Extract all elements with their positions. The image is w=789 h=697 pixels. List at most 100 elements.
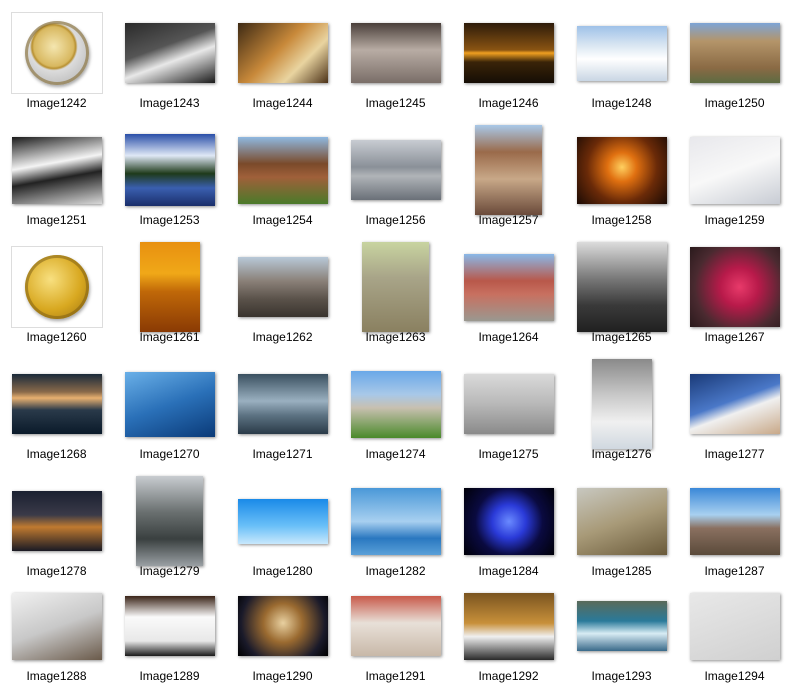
thumbnail-frame bbox=[565, 475, 678, 567]
thumbnail-item[interactable]: Image1261 bbox=[113, 241, 226, 358]
thumbnail-label: Image1258 bbox=[591, 213, 652, 227]
thumbnail-frame bbox=[452, 580, 565, 672]
thumbnail-item[interactable]: Image1287 bbox=[678, 475, 789, 592]
thumbnail-item[interactable]: Image1275 bbox=[452, 358, 565, 475]
thumbnail-frame bbox=[113, 358, 226, 450]
euro-coin-10-icon bbox=[11, 247, 102, 327]
thumbnail-item[interactable]: Image1246 bbox=[452, 7, 565, 124]
thumbnail-item[interactable]: Image1251 bbox=[0, 124, 113, 241]
thumbnail-label: Image1251 bbox=[26, 213, 87, 227]
thumbnail-label: Image1270 bbox=[139, 447, 200, 461]
table-drinks-icon bbox=[237, 23, 328, 83]
thumbnail-item[interactable]: Image1244 bbox=[226, 7, 339, 124]
thumbnail-frame bbox=[565, 241, 678, 333]
thumbnail-frame bbox=[678, 241, 789, 333]
thumbnail-item[interactable]: Image1257 bbox=[452, 124, 565, 241]
tower-icon bbox=[463, 374, 554, 434]
tablet-icon bbox=[689, 374, 780, 434]
thumbnail-item[interactable]: Image1248 bbox=[565, 7, 678, 124]
thumbnail-label: Image1278 bbox=[26, 564, 87, 578]
thumbnail-frame bbox=[0, 580, 113, 672]
thumbnail-item[interactable]: Image1277 bbox=[678, 358, 789, 475]
thumbnail-frame bbox=[0, 124, 113, 216]
piano-rose-icon bbox=[124, 23, 215, 83]
thumbnail-item[interactable]: Image1259 bbox=[678, 124, 789, 241]
thumbnail-item[interactable]: Image1292 bbox=[452, 580, 565, 697]
thumbnail-item[interactable]: Image1262 bbox=[226, 241, 339, 358]
thumbnail-label: Image1293 bbox=[591, 669, 652, 683]
thumbnail-item[interactable]: Image1256 bbox=[339, 124, 452, 241]
thumbnail-item[interactable]: Image1245 bbox=[339, 7, 452, 124]
thumbnail-item[interactable]: Image1278 bbox=[0, 475, 113, 592]
thumbnail-item[interactable]: Image1285 bbox=[565, 475, 678, 592]
thumbnail-item[interactable]: Image1284 bbox=[452, 475, 565, 592]
plasma-ball-icon bbox=[463, 487, 554, 555]
thumbnail-item[interactable]: Image1265 bbox=[565, 241, 678, 358]
piano-keys-icon bbox=[124, 596, 215, 656]
night-traffic-icon bbox=[11, 491, 102, 551]
thumbnail-frame bbox=[452, 358, 565, 450]
thumbnail-frame bbox=[226, 580, 339, 672]
thumbnail-frame bbox=[226, 358, 339, 450]
river-rapids-icon bbox=[576, 601, 667, 651]
thumbnail-label: Image1288 bbox=[26, 669, 87, 683]
abc-123-icon bbox=[689, 592, 780, 660]
thumbnail-frame bbox=[452, 124, 565, 216]
lab-test-icon bbox=[689, 136, 780, 204]
thumbnail-label: Image1262 bbox=[252, 330, 313, 344]
thumbnail-label: Image1291 bbox=[365, 669, 426, 683]
thumbnail-frame bbox=[113, 241, 226, 333]
thumbnail-item[interactable]: Image1289 bbox=[113, 580, 226, 697]
sunset-trees-icon bbox=[576, 136, 667, 204]
thumbnail-label: Image1284 bbox=[478, 564, 539, 578]
thumbnail-frame bbox=[0, 358, 113, 450]
ships-icon bbox=[350, 140, 441, 200]
thumbnail-frame bbox=[339, 358, 452, 450]
thumbnail-item[interactable]: Image1270 bbox=[113, 358, 226, 475]
thumbnail-item[interactable]: Image1242 bbox=[0, 7, 113, 124]
thumbnail-item[interactable]: Image1267 bbox=[678, 241, 789, 358]
thumbnail-item[interactable]: Image1258 bbox=[565, 124, 678, 241]
thumbnail-item[interactable]: Image1294 bbox=[678, 580, 789, 697]
thumbnail-label: Image1275 bbox=[478, 447, 539, 461]
thumbnail-item[interactable]: Image1253 bbox=[113, 124, 226, 241]
street-icon bbox=[237, 257, 328, 317]
thumbnail-item[interactable]: Image1254 bbox=[226, 124, 339, 241]
thumbnail-label: Image1256 bbox=[365, 213, 426, 227]
thumbnail-item[interactable]: Image1250 bbox=[678, 7, 789, 124]
thumbnail-item[interactable]: Image1280 bbox=[226, 475, 339, 592]
sunset-sea-icon bbox=[463, 23, 554, 83]
thumbnail-label: Image1244 bbox=[252, 96, 313, 110]
thumbnail-label: Image1277 bbox=[704, 447, 765, 461]
thumbnail-label: Image1279 bbox=[139, 564, 200, 578]
thumbnail-item[interactable]: Image1293 bbox=[565, 580, 678, 697]
thumbnail-item[interactable]: Image1263 bbox=[339, 241, 452, 358]
banquet-icon bbox=[350, 596, 441, 656]
thumbnail-item[interactable]: Image1288 bbox=[0, 580, 113, 697]
thumbnail-frame bbox=[113, 580, 226, 672]
thumbnail-item[interactable]: Image1260 bbox=[0, 241, 113, 358]
thumbnail-item[interactable]: Image1276 bbox=[565, 358, 678, 475]
thumbnail-label: Image1245 bbox=[365, 96, 426, 110]
thumbnail-label: Image1242 bbox=[26, 96, 87, 110]
sailing-ship-icon bbox=[350, 487, 441, 555]
sunset-icon bbox=[139, 242, 200, 332]
thumbnail-item[interactable]: Image1268 bbox=[0, 358, 113, 475]
thumbnail-item[interactable]: Image1291 bbox=[339, 580, 452, 697]
thumbnail-item[interactable]: Image1279 bbox=[113, 475, 226, 592]
thumbnail-label: Image1271 bbox=[252, 447, 313, 461]
thumbnail-item[interactable]: Image1243 bbox=[113, 7, 226, 124]
thumbnail-frame bbox=[226, 124, 339, 216]
thumbnail-label: Image1257 bbox=[478, 213, 539, 227]
thumbnail-item[interactable]: Image1271 bbox=[226, 358, 339, 475]
thumbnail-label: Image1264 bbox=[478, 330, 539, 344]
thumbnail-label: Image1261 bbox=[139, 330, 200, 344]
college-building-icon bbox=[689, 23, 780, 83]
thumbnail-label: Image1274 bbox=[365, 447, 426, 461]
thumbnail-item[interactable]: Image1274 bbox=[339, 358, 452, 475]
thumbnail-item[interactable]: Image1282 bbox=[339, 475, 452, 592]
thumbnail-item[interactable]: Image1290 bbox=[226, 580, 339, 697]
thumbnail-item[interactable]: Image1264 bbox=[452, 241, 565, 358]
thumbnail-label: Image1253 bbox=[139, 213, 200, 227]
thumbnail-label: Image1248 bbox=[591, 96, 652, 110]
